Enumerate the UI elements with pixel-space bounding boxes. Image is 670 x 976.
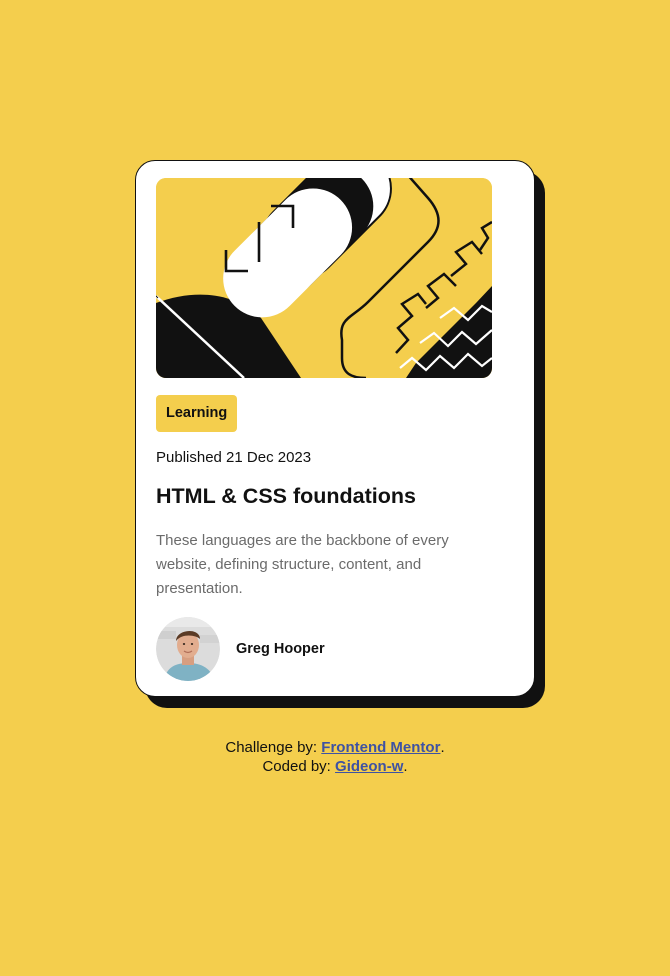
period: . (440, 739, 445, 756)
publish-date: Published 21 Dec 2023 (156, 449, 312, 466)
blog-preview-card: Learning Published 21 Dec 2023 HTML & CS… (135, 160, 535, 697)
blog-preview-card-wrapper: Learning Published 21 Dec 2023 HTML & CS… (135, 160, 545, 708)
category-tag: Learning (156, 395, 238, 432)
attribution-challenge-line: Challenge by: Frontend Mentor. (0, 738, 670, 757)
card-description: These languages are the backbone of ever… (156, 532, 449, 597)
period: . (403, 758, 408, 775)
author-profile-link[interactable]: Gideon-w (335, 758, 403, 775)
hero-illustration (156, 178, 492, 378)
author-avatar (156, 617, 220, 681)
author-block: Greg Hooper (156, 617, 325, 681)
challenge-prefix: Challenge by: (225, 739, 318, 756)
attribution-coded-line: Coded by: Gideon-w. (0, 757, 670, 776)
coded-prefix: Coded by: (262, 758, 331, 775)
card-title[interactable]: HTML & CSS foundations (156, 484, 416, 509)
author-name: Greg Hooper (236, 641, 325, 657)
frontend-mentor-link[interactable]: Frontend Mentor (321, 739, 440, 756)
attribution: Challenge by: Frontend Mentor. Coded by:… (0, 738, 670, 776)
